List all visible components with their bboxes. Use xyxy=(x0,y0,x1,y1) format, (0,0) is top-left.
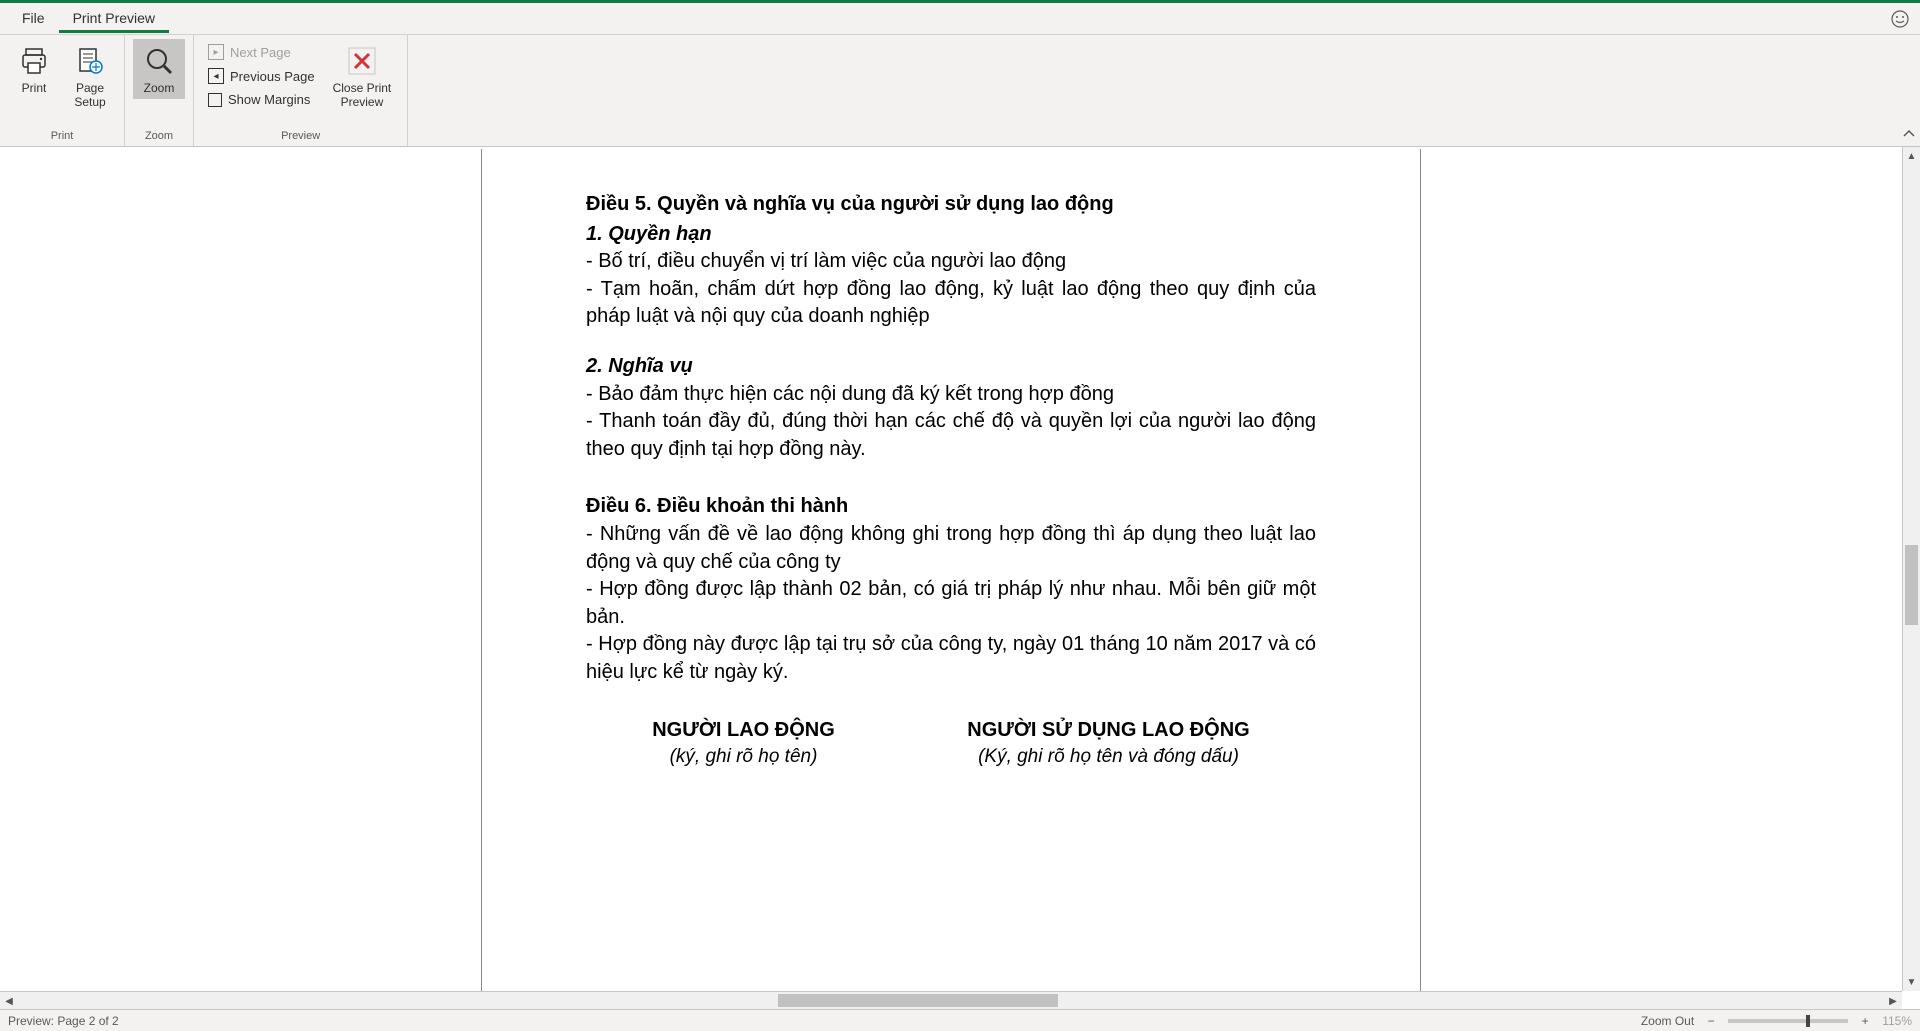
printer-icon xyxy=(16,43,52,79)
feedback-smile-icon[interactable] xyxy=(1890,9,1910,34)
show-margins-checkbox-icon xyxy=(208,93,222,107)
magnifier-icon xyxy=(141,43,177,79)
zoom-slider-track[interactable] xyxy=(1728,1019,1848,1023)
article-5-heading: Điều 5. Quyền và nghĩa vụ của người sử d… xyxy=(586,191,1316,219)
zoom-out-label[interactable]: Zoom Out xyxy=(1641,1014,1694,1028)
close-icon xyxy=(344,43,380,79)
horizontal-scrollbar[interactable]: ◀ ▶ xyxy=(0,991,1902,1009)
collapse-ribbon-icon[interactable] xyxy=(1902,127,1916,144)
print-button[interactable]: Print xyxy=(8,39,60,99)
zoom-in-button[interactable]: + xyxy=(1858,1014,1872,1028)
show-margins-toggle[interactable]: Show Margins xyxy=(202,89,321,110)
horizontal-scroll-thumb[interactable] xyxy=(778,994,1058,1007)
section-1-heading: 1. Quyền hạn xyxy=(586,221,1316,249)
previous-page-label: Previous Page xyxy=(230,69,315,84)
next-page-icon: ▸ xyxy=(208,44,224,60)
tab-strip: File Print Preview xyxy=(0,3,1920,35)
ribbon-group-preview: ▸ Next Page ◂ Previous Page Show Margins xyxy=(194,35,408,146)
vertical-scrollbar[interactable]: ▲ ▼ xyxy=(1902,147,1920,991)
signature-employee-note: (ký, ghi rõ họ tên) xyxy=(652,744,835,770)
article-6-heading: Điều 6. Điều khoản thi hành xyxy=(586,493,1316,521)
document-content: Điều 5. Quyền và nghĩa vụ của người sử d… xyxy=(482,149,1420,810)
vertical-scroll-thumb[interactable] xyxy=(1905,545,1918,625)
ribbon-group-zoom-label: Zoom xyxy=(133,128,185,144)
ribbon-group-zoom: Zoom Zoom xyxy=(125,35,194,146)
page-setup-label: PageSetup xyxy=(74,81,105,109)
print-preview-viewport: Điều 5. Quyền và nghĩa vụ của người sử d… xyxy=(0,147,1920,1009)
article-6-line-2: - Hợp đồng được lập thành 02 bản, có giá… xyxy=(586,576,1316,631)
status-page-indicator: Preview: Page 2 of 2 xyxy=(8,1014,119,1028)
scroll-left-icon[interactable]: ◀ xyxy=(0,992,18,1010)
zoom-button-label: Zoom xyxy=(144,81,175,95)
print-button-label: Print xyxy=(22,81,47,95)
tab-print-preview[interactable]: Print Preview xyxy=(59,4,169,33)
signature-employer-note: (Ký, ghi rõ họ tên và đóng dấu) xyxy=(967,744,1249,770)
page-setup-button[interactable]: PageSetup xyxy=(64,39,116,113)
next-page-button: ▸ Next Page xyxy=(202,41,321,63)
article-6-line-1: - Những vấn đề về lao động không ghi tro… xyxy=(586,521,1316,576)
page-canvas: Điều 5. Quyền và nghĩa vụ của người sử d… xyxy=(481,149,1421,991)
scroll-down-icon[interactable]: ▼ xyxy=(1903,973,1920,991)
zoom-percent[interactable]: 115% xyxy=(1882,1014,1912,1028)
vertical-scroll-track[interactable] xyxy=(1903,165,1920,973)
next-page-label: Next Page xyxy=(230,45,291,60)
scroll-right-icon[interactable]: ▶ xyxy=(1884,992,1902,1010)
zoom-out-button[interactable]: − xyxy=(1704,1014,1718,1028)
section-2-heading: 2. Nghĩa vụ xyxy=(586,353,1316,381)
section-1-line-2: - Tạm hoãn, chấm dứt hợp đồng lao động, … xyxy=(586,276,1316,331)
ribbon-group-preview-label: Preview xyxy=(202,128,399,144)
status-bar: Preview: Page 2 of 2 Zoom Out − + 115% xyxy=(0,1009,1920,1031)
signature-employee-title: NGƯỜI LAO ĐỘNG xyxy=(652,717,835,745)
ribbon-group-print-label: Print xyxy=(8,128,116,144)
ribbon-group-print: Print PageSetup Print xyxy=(0,35,125,146)
zoom-slider[interactable] xyxy=(1728,1019,1848,1023)
close-print-preview-label: Close PrintPreview xyxy=(333,81,392,109)
signature-employer: NGƯỜI SỬ DỤNG LAO ĐỘNG (Ký, ghi rõ họ tê… xyxy=(967,717,1249,771)
section-2-line-2: - Thanh toán đầy đủ, đúng thời hạn các c… xyxy=(586,408,1316,463)
previous-page-button[interactable]: ◂ Previous Page xyxy=(202,65,321,87)
close-print-preview-button[interactable]: Close PrintPreview xyxy=(325,39,400,113)
section-1-line-1: - Bố trí, điều chuyển vị trí làm việc củ… xyxy=(586,248,1316,276)
scroll-up-icon[interactable]: ▲ xyxy=(1903,147,1920,165)
ribbon: Print PageSetup Print Zoom xyxy=(0,35,1920,147)
horizontal-scroll-track[interactable] xyxy=(18,992,1884,1009)
article-6-line-3: - Hợp đồng này được lập tại trụ sở của c… xyxy=(586,631,1316,686)
zoom-button[interactable]: Zoom xyxy=(133,39,185,99)
previous-page-icon: ◂ xyxy=(208,68,224,84)
show-margins-label: Show Margins xyxy=(228,92,310,107)
signature-employer-title: NGƯỜI SỬ DỤNG LAO ĐỘNG xyxy=(967,717,1249,745)
zoom-slider-thumb[interactable] xyxy=(1806,1015,1810,1027)
tab-file[interactable]: File xyxy=(8,4,59,33)
page-setup-icon xyxy=(72,43,108,79)
section-2-line-1: - Bảo đảm thực hiện các nội dung đã ký k… xyxy=(586,381,1316,409)
signature-employee: NGƯỜI LAO ĐỘNG (ký, ghi rõ họ tên) xyxy=(652,717,835,771)
